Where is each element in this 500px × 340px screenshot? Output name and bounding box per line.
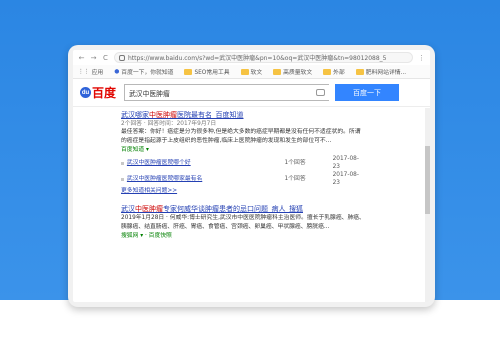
result-snippet: 2019年1月28日 · 何威华:博士研究生,武汉市中医医院肿瘤科主治医师。擅长… <box>121 215 365 230</box>
browser-screen: ← → C https://www.baidu.com/s?wd=武汉中医肿瘤&… <box>73 50 430 302</box>
bookmark-seo-tools[interactable]: SEO常用工具 <box>184 67 230 76</box>
answer-count: 1个回答 <box>284 160 306 166</box>
question-date: 2017-08-23 <box>332 172 359 186</box>
lock-icon <box>119 54 125 61</box>
result-item: 武汉中医肿瘤专家何威华谈肿瘤患者的忌口问题_病人_搜狐 2019年1月28日 ·… <box>121 204 365 240</box>
search-input[interactable]: 武汉中医肿瘤 <box>124 84 329 101</box>
refresh-button[interactable]: C <box>102 54 109 62</box>
folder-icon <box>240 68 249 75</box>
url-text: https://www.baidu.com/s?wd=武汉中医肿瘤&pn=10&… <box>128 55 387 62</box>
related-question-link[interactable]: 武汉中医肿瘤医院哪家最有名 <box>127 175 285 183</box>
title-text: 专家何威华谈肿瘤患者的忌口问题_病人_搜狐 <box>163 205 303 213</box>
search-query: 武汉中医肿瘤 <box>129 89 170 98</box>
bookmark-label: 百度一下，你就知道 <box>121 70 174 76</box>
folder-icon <box>355 68 364 75</box>
address-bar[interactable]: https://www.baidu.com/s?wd=武汉中医肿瘤&pn=10&… <box>114 52 413 63</box>
laptop-frame: ← → C https://www.baidu.com/s?wd=武汉中医肿瘤&… <box>68 45 435 307</box>
bookmarks-bar: ⋮⋮ 应用 ● 百度一下，你就知道 SEO常用工具 软文 高质量软文 外部 肥料… <box>73 65 430 79</box>
folder-icon <box>184 68 193 75</box>
title-highlight: 中医肿瘤 <box>135 205 163 213</box>
scrollbar[interactable] <box>425 108 430 302</box>
result-source[interactable]: 百度知道 ▾ <box>121 146 365 154</box>
forward-button[interactable]: → <box>90 54 97 62</box>
result-source[interactable]: 搜狐网 ▾ · 百度快照 <box>121 232 365 240</box>
baidu-logo[interactable]: du 百度 <box>80 84 118 101</box>
paw-icon: du <box>80 87 91 98</box>
bookmark-fertilizer[interactable]: 肥料网站详情... <box>355 67 407 76</box>
more-questions-link[interactable]: 更多知道相关问题>> <box>121 187 365 196</box>
paw-icon: ● <box>114 68 120 75</box>
bookmark-label: 肥料网站详情... <box>365 70 407 76</box>
search-results: 武汉哪家中医肿瘤医院最有名_百度知道 2个回答 · 回答时间：2017年9月7日… <box>121 110 365 248</box>
bookmark-high-quality[interactable]: 高质量软文 <box>273 67 312 76</box>
menu-icon[interactable]: ⋮ <box>418 54 425 62</box>
bookmark-baidu[interactable]: ● 百度一下，你就知道 <box>114 67 174 77</box>
bullet-icon <box>121 161 124 165</box>
search-button[interactable]: 百度一下 <box>335 84 399 101</box>
back-button[interactable]: ← <box>78 54 85 62</box>
related-question-row: 武汉中医肿瘤医院哪家最有名 1个回答 2017-08-23 <box>121 171 365 187</box>
related-question-link[interactable]: 武汉中医肿瘤医院哪个好 <box>127 159 285 167</box>
search-header: du 百度 武汉中医肿瘤 百度一下 <box>73 79 430 107</box>
camera-icon[interactable] <box>316 89 325 96</box>
question-date: 2017-08-23 <box>332 156 359 170</box>
browser-toolbar: ← → C https://www.baidu.com/s?wd=武汉中医肿瘤&… <box>73 50 430 65</box>
folder-icon <box>273 68 282 75</box>
bookmark-label: SEO常用工具 <box>194 70 230 76</box>
bookmark-external[interactable]: 外部 <box>323 67 345 76</box>
result-snippet: 最佳答案：你好！癌症是分为很多种,但是绝大多数的癌症早期都是没有任何不适症状的。… <box>121 129 361 144</box>
title-highlight: 中医肿瘤 <box>149 111 177 119</box>
bookmark-label: 应用 <box>91 70 104 76</box>
bookmark-label: 高质量软文 <box>283 70 313 76</box>
bookmark-soft-article[interactable]: 软文 <box>240 67 263 76</box>
result-meta: 2个回答 · 回答时间：2017年9月7日 <box>121 121 217 127</box>
result-item: 武汉哪家中医肿瘤医院最有名_百度知道 2个回答 · 回答时间：2017年9月7日… <box>121 110 365 196</box>
bookmark-label: 软文 <box>250 70 263 76</box>
logo-text: 百度 <box>92 86 117 100</box>
answer-count: 1个回答 <box>284 176 306 182</box>
title-text: 武汉 <box>121 205 135 213</box>
related-questions: 武汉中医肿瘤医院哪个好 1个回答 2017-08-23 武汉中医肿瘤医院哪家最有… <box>121 155 365 187</box>
bookmark-apps[interactable]: ⋮⋮ 应用 <box>78 67 104 77</box>
folder-icon <box>323 68 332 75</box>
result-title-link[interactable]: 武汉中医肿瘤专家何威华谈肿瘤患者的忌口问题_病人_搜狐 <box>121 204 365 214</box>
title-text: 医院最有名_百度知道 <box>177 111 244 119</box>
result-title-link[interactable]: 武汉哪家中医肿瘤医院最有名_百度知道 <box>121 110 365 120</box>
bullet-icon <box>121 177 124 181</box>
title-text: 武汉哪家 <box>121 111 149 119</box>
apps-icon: ⋮⋮ <box>78 68 90 75</box>
scrollbar-thumb[interactable] <box>425 146 430 214</box>
related-question-row: 武汉中医肿瘤医院哪个好 1个回答 2017-08-23 <box>121 155 365 171</box>
bookmark-label: 外部 <box>333 70 345 76</box>
